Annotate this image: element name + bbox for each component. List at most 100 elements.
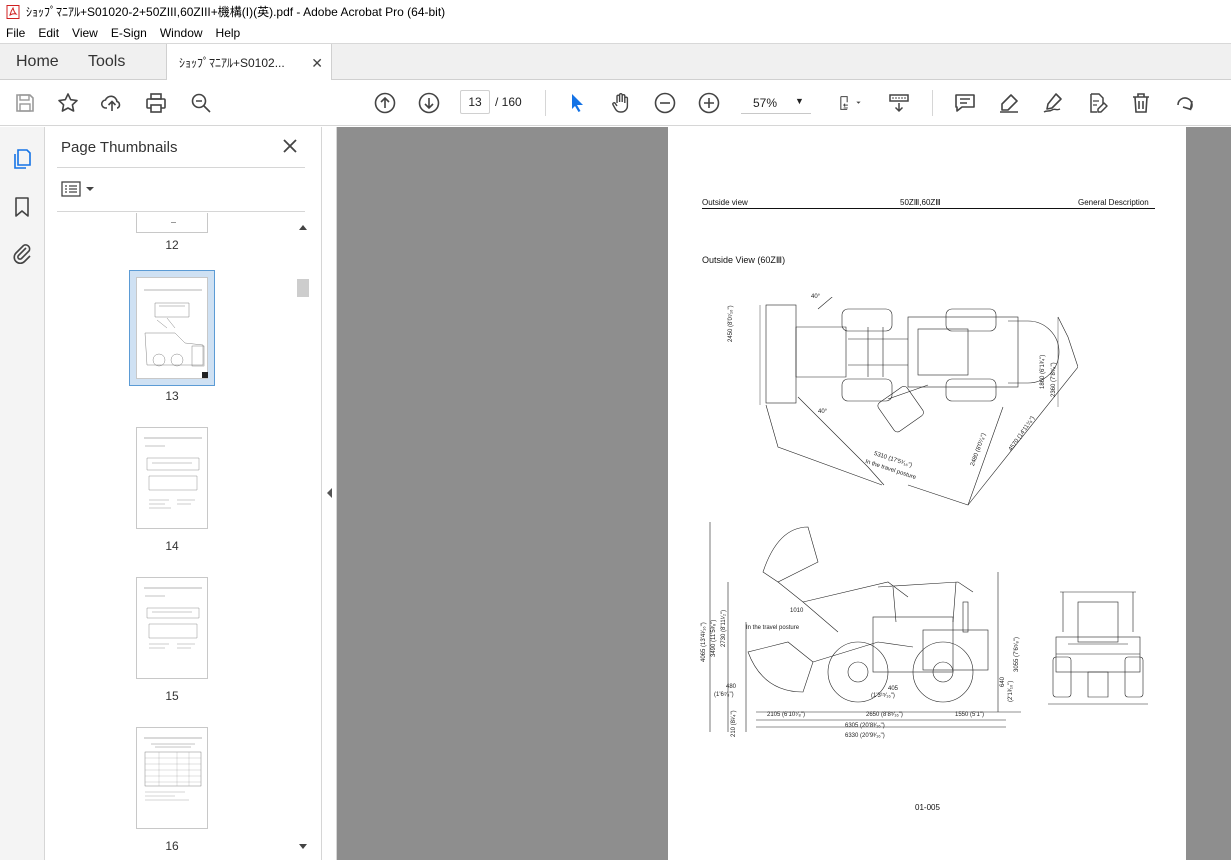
close-tab-icon[interactable]: ✕ [311, 55, 323, 72]
dimension-label: 4065 (13'4¹⁄₁₆") [701, 622, 707, 662]
divider [57, 211, 305, 212]
dimension-label: 2730 (8'11¹⁄₂") [721, 609, 727, 647]
highlight-button[interactable] [996, 90, 1022, 116]
thumbnail-list: 12 13 14 15 16 [45, 213, 295, 860]
page-header-center: 50ZⅢ,60ZⅢ [900, 198, 941, 207]
collapse-arrow-icon [327, 488, 332, 498]
dimension-label: 3055 (7'6⁵⁄₈") [1014, 637, 1020, 672]
toolbar-separator [932, 90, 933, 116]
zoom-search-icon [191, 93, 211, 113]
title-bar: ｼｮｯﾌﾟﾏﾆｱﾙ+S01020-2+50ZIII,60ZIII+機構(I)(英… [0, 0, 1231, 23]
panel-title: Page Thumbnails [61, 139, 178, 156]
scroll-mode-icon [889, 94, 909, 113]
thumbnail-label: 12 [165, 238, 179, 252]
tab-document[interactable]: ｼｮｯﾌﾟﾏﾆｱﾙ+S0102... ✕ [166, 44, 332, 81]
bookmarks-icon[interactable] [10, 195, 34, 219]
dimension-label: 6330 (20'9³⁄₁₆") [845, 733, 885, 739]
dimension-label: 6305 (20'8³⁄₁₆") [845, 723, 885, 729]
find-button[interactable] [188, 90, 214, 116]
print-icon [146, 93, 166, 113]
menu-edit[interactable]: Edit [38, 26, 59, 40]
highlight-icon [1000, 94, 1018, 113]
fit-page-icon [840, 96, 861, 110]
page-footer-number: 01-005 [915, 803, 940, 812]
acrobat-pdf-icon [6, 4, 20, 19]
menu-help[interactable]: Help [216, 26, 241, 40]
page-heading: Outside View (60ZⅢ) [702, 255, 786, 265]
thumbnail-options-icon[interactable] [61, 179, 101, 199]
select-cursor-icon [572, 94, 583, 112]
previous-page-button[interactable] [372, 90, 398, 116]
attachments-icon[interactable] [10, 241, 34, 265]
upload-icon [100, 95, 121, 111]
next-page-button[interactable] [416, 90, 442, 116]
rotate-button[interactable] [1172, 90, 1198, 116]
select-tool-button[interactable] [564, 90, 590, 116]
page-number-input[interactable]: 13 [460, 90, 490, 114]
page-header-right: General Description [1078, 198, 1149, 207]
thumbnail-preview [144, 289, 208, 378]
page-thumbnails-panel: Page Thumbnails 12 13 14 15 16 [45, 127, 322, 860]
print-button[interactable] [143, 90, 169, 116]
save-icon [16, 94, 34, 112]
scrollbar-thumb[interactable] [297, 279, 309, 297]
dimension-label: (2'1³⁄₁₆") [1008, 680, 1014, 702]
window-title: ｼｮｯﾌﾟﾏﾆｱﾙ+S01020-2+50ZIII,60ZIII+機構(I)(英… [26, 5, 446, 19]
toolbar-separator [545, 90, 546, 116]
comment-button[interactable] [952, 90, 978, 116]
delete-button[interactable] [1128, 90, 1154, 116]
dimension-label: 1550 (5'1") [955, 712, 984, 718]
header-rule [702, 208, 1155, 209]
star-icon [58, 93, 78, 112]
rotate-icon [1177, 97, 1193, 111]
thumbnail-page-16[interactable] [136, 727, 208, 829]
dimension-label: In the travel posture [746, 625, 800, 631]
thumbnail-preview [144, 737, 202, 801]
dimension-label: 3490 (11'5³⁄₈") [711, 619, 717, 657]
tab-tools[interactable]: Tools [88, 44, 125, 80]
zoom-value: 57% [753, 96, 778, 110]
zoom-select[interactable]: 57% ▼ [741, 90, 811, 114]
edit-pdf-button[interactable] [1084, 90, 1110, 116]
thumbnail-scrollbar[interactable] [297, 222, 309, 852]
top-view-drawing [759, 297, 1078, 506]
zoom-in-button[interactable] [696, 90, 722, 116]
page-thumbnails-icon[interactable] [10, 147, 34, 171]
hand-tool-button[interactable] [608, 90, 634, 116]
page-down-icon [418, 92, 440, 114]
thumbnail-preview [144, 437, 202, 509]
dimension-label: 1010 [790, 608, 804, 614]
page-total: / 160 [495, 95, 522, 109]
dimension-label: (1'3¹⁵⁄₁₆") [871, 693, 895, 699]
zoom-out-icon [654, 92, 676, 114]
thumbnail-page-15[interactable] [136, 577, 208, 679]
tab-bar: Home Tools ｼｮｯﾌﾟﾏﾆｱﾙ+S0102... ✕ [0, 43, 1231, 81]
close-icon[interactable] [280, 136, 300, 156]
tab-home[interactable]: Home [16, 44, 59, 80]
edit-icon [1090, 93, 1108, 113]
panel-collapse-handle[interactable] [322, 127, 337, 860]
front-view-drawing [1048, 591, 1148, 705]
main-toolbar [0, 80, 1231, 126]
thumbnail-label: 15 [165, 689, 179, 703]
thumbnail-page-14[interactable] [136, 427, 208, 529]
divider [57, 167, 305, 168]
share-upload-button[interactable] [99, 90, 125, 116]
dimension-label: 40° [811, 294, 821, 300]
dimension-label: 2360 (7'8⁷⁄₈") [1051, 362, 1057, 397]
sign-icon [1043, 93, 1062, 113]
thumbnail-page-12[interactable] [136, 213, 208, 233]
thumbnail-page-13[interactable] [136, 277, 208, 379]
save-button[interactable] [12, 90, 38, 116]
zoom-out-button[interactable] [652, 90, 678, 116]
dimension-label: 640 [1000, 676, 1006, 687]
page-header-left: Outside view [702, 198, 748, 207]
scroll-mode-button[interactable] [886, 90, 912, 116]
menu-window[interactable]: Window [160, 26, 203, 40]
fit-page-button[interactable] [833, 90, 867, 116]
bookmark-star-button[interactable] [55, 90, 81, 116]
menu-esign[interactable]: E-Sign [111, 26, 147, 40]
menu-file[interactable]: File [6, 26, 25, 40]
menu-view[interactable]: View [72, 26, 98, 40]
fill-sign-button[interactable] [1040, 90, 1066, 116]
